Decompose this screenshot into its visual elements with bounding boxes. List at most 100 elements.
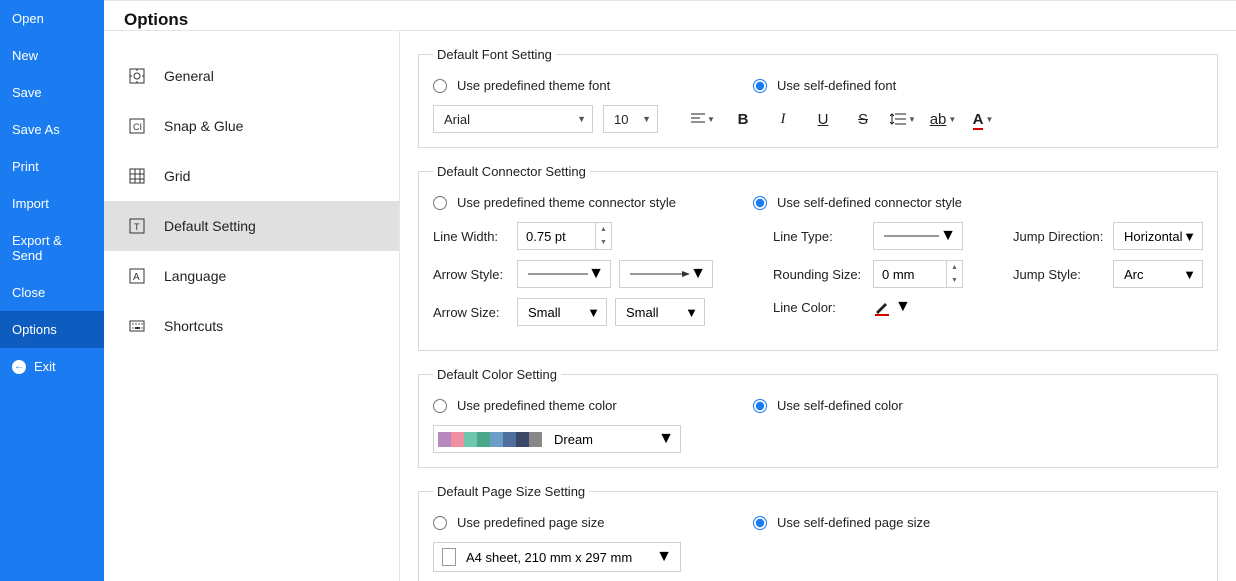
radio-selfdef-connector-label: Use self-defined connector style bbox=[777, 195, 962, 210]
cat-default-setting-label: Default Setting bbox=[164, 218, 256, 234]
line-width-spinner[interactable]: 0.75 pt ▲▼ bbox=[517, 222, 612, 250]
arrow-style-start-dropdown[interactable]: ▼ bbox=[517, 260, 611, 288]
font-size-dropdown[interactable]: 10 ▼ bbox=[603, 105, 658, 133]
color-swatches bbox=[434, 432, 546, 447]
line-type-dropdown[interactable]: ▼ bbox=[873, 222, 963, 250]
color-swatch bbox=[477, 432, 490, 447]
chevron-down-icon: ▼ bbox=[588, 265, 604, 283]
radio-predef-color-label: Use predefined theme color bbox=[457, 398, 617, 413]
arrow-size-start-value: Small bbox=[528, 305, 561, 320]
pen-icon bbox=[873, 298, 891, 316]
nav-export-send[interactable]: Export & Send bbox=[0, 222, 104, 274]
spin-down-icon[interactable]: ▼ bbox=[947, 274, 962, 287]
radio-predef-connector-input[interactable] bbox=[433, 196, 447, 210]
group-color-setting: Default Color Setting Use predefined the… bbox=[418, 367, 1218, 468]
jump-direction-label: Jump Direction: bbox=[1013, 229, 1113, 244]
group-page-size-setting: Default Page Size Setting Use predefined… bbox=[418, 484, 1218, 581]
radio-predef-font-input[interactable] bbox=[433, 79, 447, 93]
grid-icon bbox=[128, 167, 146, 185]
jump-direction-dropdown[interactable]: Horizontal ▼ bbox=[1113, 222, 1203, 250]
nav-import[interactable]: Import bbox=[0, 185, 104, 222]
radio-selfdef-page-input[interactable] bbox=[753, 516, 767, 530]
nav-options[interactable]: Options bbox=[0, 311, 104, 348]
radio-selfdef-font-input[interactable] bbox=[753, 79, 767, 93]
nav-save[interactable]: Save bbox=[0, 74, 104, 111]
italic-button[interactable]: I bbox=[768, 105, 798, 133]
font-family-dropdown[interactable]: Arial ▼ bbox=[433, 105, 593, 133]
radio-predef-connector-label: Use predefined theme connector style bbox=[457, 195, 676, 210]
radio-selfdef-font-label: Use self-defined font bbox=[777, 78, 896, 93]
font-size-value: 10 bbox=[614, 112, 628, 127]
color-swatch bbox=[490, 432, 503, 447]
arrow-style-label: Arrow Style: bbox=[433, 267, 517, 282]
radio-selfdef-connector[interactable]: Use self-defined connector style bbox=[753, 195, 962, 210]
chevron-down-icon: ▼ bbox=[985, 115, 993, 124]
svg-text:CI: CI bbox=[133, 122, 142, 132]
snap-icon: CI bbox=[128, 117, 146, 135]
line-color-label: Line Color: bbox=[773, 300, 873, 315]
nav-exit[interactable]: ← Exit bbox=[0, 348, 104, 385]
chevron-down-icon: ▼ bbox=[1183, 267, 1196, 282]
nav-exit-label: Exit bbox=[34, 359, 56, 374]
nav-open[interactable]: Open bbox=[0, 0, 104, 37]
jump-style-dropdown[interactable]: Arc ▼ bbox=[1113, 260, 1203, 288]
line-type-label: Line Type: bbox=[773, 229, 873, 244]
radio-selfdef-color-input[interactable] bbox=[753, 399, 767, 413]
jump-style-label: Jump Style: bbox=[1013, 267, 1113, 282]
radio-predef-page[interactable]: Use predefined page size bbox=[433, 515, 753, 530]
spin-down-icon[interactable]: ▼ bbox=[596, 236, 611, 249]
spin-up-icon[interactable]: ▲ bbox=[596, 223, 611, 236]
arrow-size-label: Arrow Size: bbox=[433, 305, 517, 320]
radio-predef-connector[interactable]: Use predefined theme connector style bbox=[433, 195, 753, 210]
cat-general-label: General bbox=[164, 68, 214, 84]
font-color-button[interactable]: A ▼ bbox=[968, 105, 998, 133]
radio-predef-color-input[interactable] bbox=[433, 399, 447, 413]
arrow-size-end-dropdown[interactable]: Small ▼ bbox=[615, 298, 705, 326]
chevron-down-icon: ▼ bbox=[658, 430, 674, 448]
page-size-dropdown[interactable]: A4 sheet, 210 mm x 297 mm ▼ bbox=[433, 542, 681, 572]
chevron-down-icon: ▼ bbox=[948, 115, 956, 124]
group-page-size-legend: Default Page Size Setting bbox=[433, 484, 589, 499]
radio-selfdef-page[interactable]: Use self-defined page size bbox=[753, 515, 930, 530]
arrow-size-start-dropdown[interactable]: Small ▼ bbox=[517, 298, 607, 326]
rounding-size-spinner[interactable]: 0 mm ▲▼ bbox=[873, 260, 963, 288]
color-theme-dropdown[interactable]: Dream ▼ bbox=[433, 425, 681, 453]
cat-shortcuts[interactable]: Shortcuts bbox=[104, 301, 399, 351]
cat-default-setting[interactable]: T Default Setting bbox=[104, 201, 399, 251]
color-swatch bbox=[438, 432, 451, 447]
line-color-picker[interactable]: ▼ bbox=[873, 298, 911, 316]
radio-predef-font[interactable]: Use predefined theme font bbox=[433, 78, 753, 93]
line-width-label: Line Width: bbox=[433, 229, 517, 244]
underline-button[interactable]: U bbox=[808, 105, 838, 133]
line-spacing-button[interactable]: ▼ bbox=[888, 105, 918, 133]
nav-close[interactable]: Close bbox=[0, 274, 104, 311]
radio-selfdef-font[interactable]: Use self-defined font bbox=[753, 78, 896, 93]
nav-print[interactable]: Print bbox=[0, 148, 104, 185]
nav-new[interactable]: New bbox=[0, 37, 104, 74]
arrow-style-end-dropdown[interactable]: ▼ bbox=[619, 260, 713, 288]
cat-language[interactable]: A Language bbox=[104, 251, 399, 301]
rounding-size-value: 0 mm bbox=[874, 261, 946, 287]
align-button[interactable]: ▼ bbox=[688, 105, 718, 133]
page-title: Options bbox=[124, 10, 1216, 30]
language-icon: A bbox=[128, 267, 146, 285]
nav-save-as[interactable]: Save As bbox=[0, 111, 104, 148]
radio-predef-color[interactable]: Use predefined theme color bbox=[433, 398, 753, 413]
group-color-legend: Default Color Setting bbox=[433, 367, 561, 382]
cat-grid-label: Grid bbox=[164, 168, 190, 184]
line-width-value: 0.75 pt bbox=[518, 223, 595, 249]
radio-selfdef-connector-input[interactable] bbox=[753, 196, 767, 210]
cat-grid[interactable]: Grid bbox=[104, 151, 399, 201]
radio-predef-page-input[interactable] bbox=[433, 516, 447, 530]
chevron-down-icon: ▼ bbox=[656, 548, 672, 566]
cat-snap-glue[interactable]: CI Snap & Glue bbox=[104, 101, 399, 151]
chevron-down-icon: ▼ bbox=[587, 305, 600, 320]
text-highlight-button[interactable]: ab ▼ bbox=[928, 105, 958, 133]
bold-button[interactable]: B bbox=[728, 105, 758, 133]
chevron-down-icon: ▼ bbox=[707, 115, 715, 124]
strikethrough-button[interactable]: S bbox=[848, 105, 878, 133]
svg-text:T: T bbox=[134, 222, 140, 232]
radio-selfdef-color[interactable]: Use self-defined color bbox=[753, 398, 903, 413]
spin-up-icon[interactable]: ▲ bbox=[947, 261, 962, 274]
cat-general[interactable]: General bbox=[104, 51, 399, 101]
